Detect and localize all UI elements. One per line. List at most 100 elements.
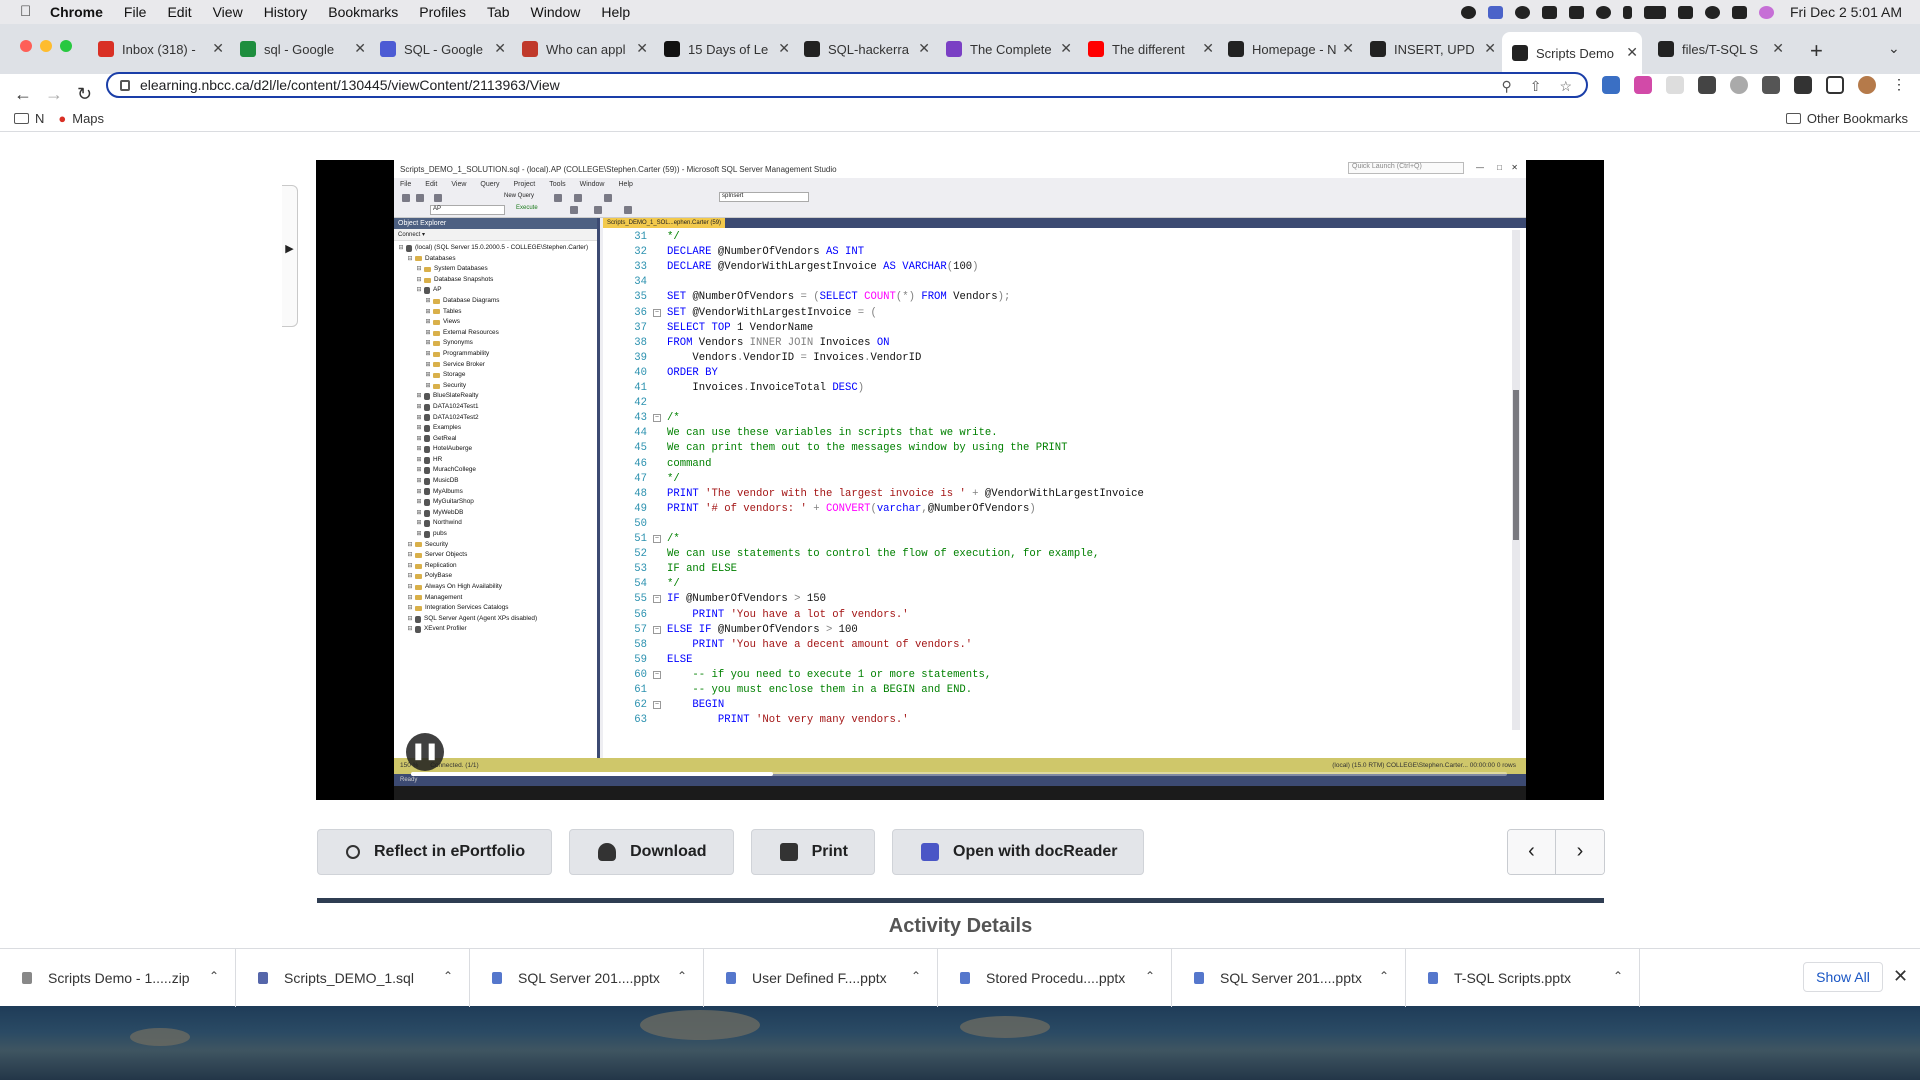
extension-gear-icon[interactable] [1698,76,1716,94]
close-tab-icon[interactable]: ✕ [494,40,506,57]
wifi-icon[interactable] [1677,5,1693,19]
siri-icon[interactable] [1758,5,1774,19]
close-tab-icon[interactable]: ✕ [212,40,224,57]
extension-icon[interactable] [1602,76,1620,94]
menu-view[interactable]: View [213,4,243,20]
download-options-chevron-icon[interactable]: ⌃ [1379,969,1389,983]
menubar-clock[interactable]: Fri Dec 2 5:01 AM [1790,4,1902,20]
extension-icon[interactable] [1634,76,1652,94]
tab-10[interactable]: INSERT, UPD ✕ [1360,36,1500,62]
download-button[interactable]: Download [569,829,734,875]
open-docreader-button[interactable]: Open with docReader [892,829,1145,875]
tab-5[interactable]: 15 Days of Le ✕ [654,36,794,62]
tab-4[interactable]: Who can appl ✕ [512,36,652,62]
close-tab-icon[interactable]: ✕ [1484,40,1496,57]
download-item[interactable]: User Defined F....pptx ⌃ [704,948,938,1007]
chrome-menu-icon[interactable]: ⋮ [1890,76,1908,94]
share-icon[interactable]: ⇧ [1530,78,1542,95]
other-bookmarks[interactable]: Other Bookmarks [1785,111,1908,126]
download-item[interactable]: SQL Server 201....pptx ⌃ [470,948,704,1007]
record-icon[interactable] [1460,5,1476,19]
download-options-chevron-icon[interactable]: ⌃ [1145,969,1155,983]
menu-file[interactable]: File [124,4,147,20]
reflect-eportfolio-button[interactable]: Reflect in ePortfolio [317,829,553,875]
menu-bookmarks[interactable]: Bookmarks [328,4,398,20]
lock-icon[interactable] [120,79,130,91]
tab-search-chevron-icon[interactable]: ⌄ [1888,40,1900,57]
close-tab-icon[interactable]: ✕ [918,40,930,57]
zoom-window-button[interactable] [60,40,72,52]
extension-icon[interactable] [1666,76,1684,94]
app-status-icon[interactable] [1487,5,1503,19]
close-tab-icon[interactable]: ✕ [1202,40,1214,57]
battery-icon[interactable] [1643,5,1666,19]
download-item[interactable]: T-SQL Scripts.pptx ⌃ [1406,948,1640,1007]
tab-8[interactable]: The different ✕ [1078,36,1218,62]
menu-history[interactable]: History [264,4,308,20]
more-options-icon[interactable]: · · · [1499,729,1504,757]
close-tab-icon[interactable]: ✕ [1060,40,1072,57]
download-options-chevron-icon[interactable]: ⌃ [209,969,219,983]
minimize-window-button[interactable] [40,40,52,52]
forward-arrow-icon[interactable]: → [45,84,63,105]
pause-button[interactable]: ❚❚ [406,733,444,771]
volume-icon[interactable] [1568,5,1584,19]
side-panel-toggle[interactable]: ▶ [282,185,298,327]
close-tab-icon[interactable]: ✕ [1626,44,1638,61]
address-url[interactable]: elearning.nbcc.ca/d2l/le/content/130445/… [140,77,560,93]
download-options-chevron-icon[interactable]: ⌃ [443,969,453,983]
download-item[interactable]: Scripts_DEMO_1.sql ⌃ [236,948,470,1007]
reload-icon[interactable]: ↻ [77,84,92,105]
download-options-chevron-icon[interactable]: ⌃ [677,969,687,983]
bluetooth-icon[interactable] [1622,5,1632,19]
menu-app-name[interactable]: Chrome [50,4,103,20]
tab-12[interactable]: files/T-SQL S ✕ [1648,36,1788,62]
download-item[interactable]: Scripts Demo - 1.....zip ⌃ [0,948,236,1007]
close-tab-icon[interactable]: ✕ [636,40,648,57]
profile-avatar[interactable] [1858,76,1876,94]
fullscreen-icon[interactable] [1439,736,1455,752]
zoom-icon[interactable]: ⚲ [1501,78,1511,95]
tab-1[interactable]: Inbox (318) - ✕ [88,36,228,62]
tab-3[interactable]: SQL - Google ✕ [370,36,510,62]
close-download-shelf-icon[interactable]: ✕ [1893,966,1908,987]
extension-compass-icon[interactable] [1730,76,1748,94]
close-tab-icon[interactable]: ✕ [778,40,790,57]
bookmark-item[interactable]: ● Maps [58,111,104,126]
back-arrow-icon[interactable]: ← [14,84,32,105]
close-tab-icon[interactable]: ✕ [354,40,366,57]
menu-help[interactable]: Help [601,4,630,20]
tab-7[interactable]: The Complete ✕ [936,36,1076,62]
tab-9[interactable]: Homepage - N ✕ [1218,36,1358,62]
video-player[interactable]: Scripts_DEMO_1_SOLUTION.sql - (local).AP… [316,160,1604,800]
download-options-chevron-icon[interactable]: ⌃ [911,969,921,983]
menu-tab[interactable]: Tab [487,4,510,20]
close-tab-icon[interactable]: ✕ [1772,40,1784,57]
tab-2[interactable]: sql - Google ✕ [230,36,370,62]
download-options-chevron-icon[interactable]: ⌃ [1613,969,1623,983]
new-tab-button[interactable]: + [1810,38,1823,64]
print-button[interactable]: Print [750,829,876,875]
menu-edit[interactable]: Edit [167,4,191,20]
side-panel-icon[interactable] [1826,76,1844,94]
pause-status-icon[interactable] [1541,5,1557,19]
bookmark-star-icon[interactable]: ☆ [1559,78,1572,95]
previous-topic-button[interactable]: ‹ [1508,830,1556,874]
download-item[interactable]: Stored Procedu....pptx ⌃ [938,948,1172,1007]
menu-profiles[interactable]: Profiles [419,4,466,20]
next-topic-button[interactable]: › [1556,830,1604,874]
creative-cloud-icon[interactable] [1514,5,1530,19]
menu-window[interactable]: Window [531,4,581,20]
play-status-icon[interactable] [1595,5,1611,19]
close-tab-icon[interactable]: ✕ [1342,40,1354,57]
apple-icon[interactable]:  [20,4,36,20]
video-progress-bar[interactable] [411,772,1507,776]
bookmark-item[interactable]: N [14,111,44,126]
address-bar[interactable]: elearning.nbcc.ca/d2l/le/content/130445/… [106,72,1588,98]
show-all-downloads-button[interactable]: Show All [1803,962,1883,992]
control-center-icon[interactable] [1731,5,1747,19]
close-window-button[interactable] [20,40,32,52]
extension-icon[interactable] [1762,76,1780,94]
tab-11[interactable]: Scripts Demo ✕ [1502,32,1642,74]
spotlight-search-icon[interactable] [1704,5,1720,19]
